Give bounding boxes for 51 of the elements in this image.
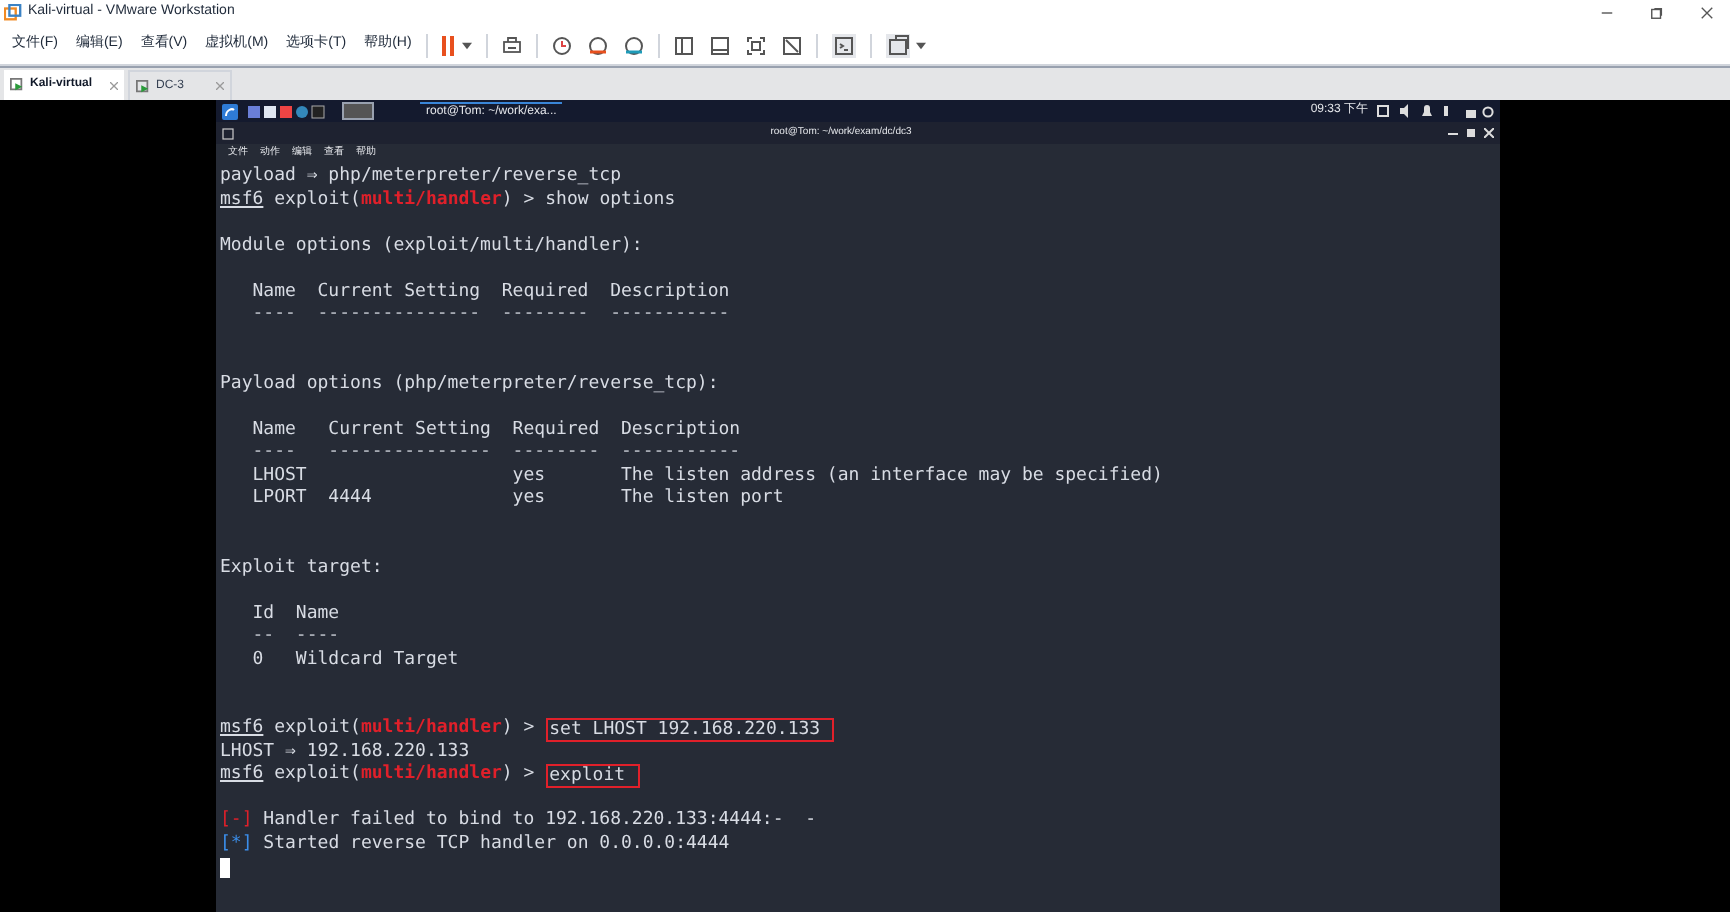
workspace-button[interactable] (342, 102, 374, 120)
tray-icons-drawing[interactable] (1374, 104, 1494, 118)
terminal-line: LPORT 4444 yes The listen port (250, 488, 784, 511)
table-rule: ---- --------------- -------- ----------- (250, 304, 730, 327)
fullscreen-icon[interactable] (745, 35, 766, 55)
keyboard-icon[interactable] (501, 35, 522, 55)
shell-prompt: msf6 exploit(multi/handler) > (220, 189, 537, 212)
status-message: Started reverse TCP handler on 0.0.0.0:4444 (261, 833, 730, 856)
caret-icon[interactable] (461, 41, 472, 49)
caret-icon[interactable] (915, 41, 926, 49)
terminal-line: 0 Wildcard Target (250, 649, 459, 672)
vm-icon (10, 78, 24, 92)
terminal-line: Module options (exploit/multi/handler): (220, 235, 643, 258)
clock-icon[interactable] (587, 35, 608, 55)
shell-prompt: msf6 exploit(multi/handler) > (220, 718, 537, 741)
terminal-line: LHOST ⇒ 192.168.220.133 (220, 741, 470, 763)
close-tab-icon[interactable] (110, 81, 118, 89)
clock-icon[interactable] (623, 35, 644, 55)
command-text: show options (545, 189, 676, 212)
terminal-line: Exploit target: (220, 557, 383, 580)
status-message: Handler failed to bind to 192.168.220.133:4444:- - (261, 810, 817, 833)
shell-prompt: msf6 exploit(multi/handler) > (220, 764, 537, 787)
command-text: set LHOST 192.168.220.133 (545, 717, 835, 742)
terminal-line: Name Current Setting Required Description (250, 281, 730, 304)
panel-icon[interactable] (709, 35, 730, 55)
vm-icon (136, 79, 150, 93)
minimize-icon[interactable] (1600, 6, 1614, 20)
table-rule: -- ---- (250, 626, 340, 649)
terminal-line: Id Name (250, 603, 340, 626)
restore-icon[interactable] (1650, 6, 1664, 20)
window-controls-drawing[interactable] (1448, 128, 1494, 138)
command-text: exploit (545, 763, 640, 788)
status-marker: [-] (220, 810, 253, 833)
status-marker: [*] (220, 833, 253, 856)
table-rule: ---- --------------- -------- ----------- (250, 442, 741, 465)
no-scale-icon[interactable] (781, 35, 802, 55)
pause-icon[interactable] (441, 35, 454, 55)
terminal-icon (222, 127, 234, 139)
clock-icon[interactable] (551, 35, 572, 55)
app-icons-drawing[interactable] (244, 103, 328, 119)
terminal-line: LHOST yes The listen address (an interface may be specified) (250, 465, 1163, 488)
terminal-line: Payload options (php/meterpreter/reverse_tcp): (220, 373, 719, 396)
app-logo-icon (4, 4, 22, 22)
terminal-line: Name Current Setting Required Description (250, 419, 741, 442)
close-icon[interactable] (1700, 6, 1714, 20)
dragon-logo-icon[interactable] (222, 103, 238, 119)
window-icon[interactable] (885, 33, 910, 57)
sidebar-icon[interactable] (673, 35, 694, 55)
console-icon[interactable] (831, 33, 856, 57)
text-cursor (220, 857, 230, 878)
terminal-line: payload ⇒ php/meterpreter/reverse_tcp (220, 166, 621, 189)
